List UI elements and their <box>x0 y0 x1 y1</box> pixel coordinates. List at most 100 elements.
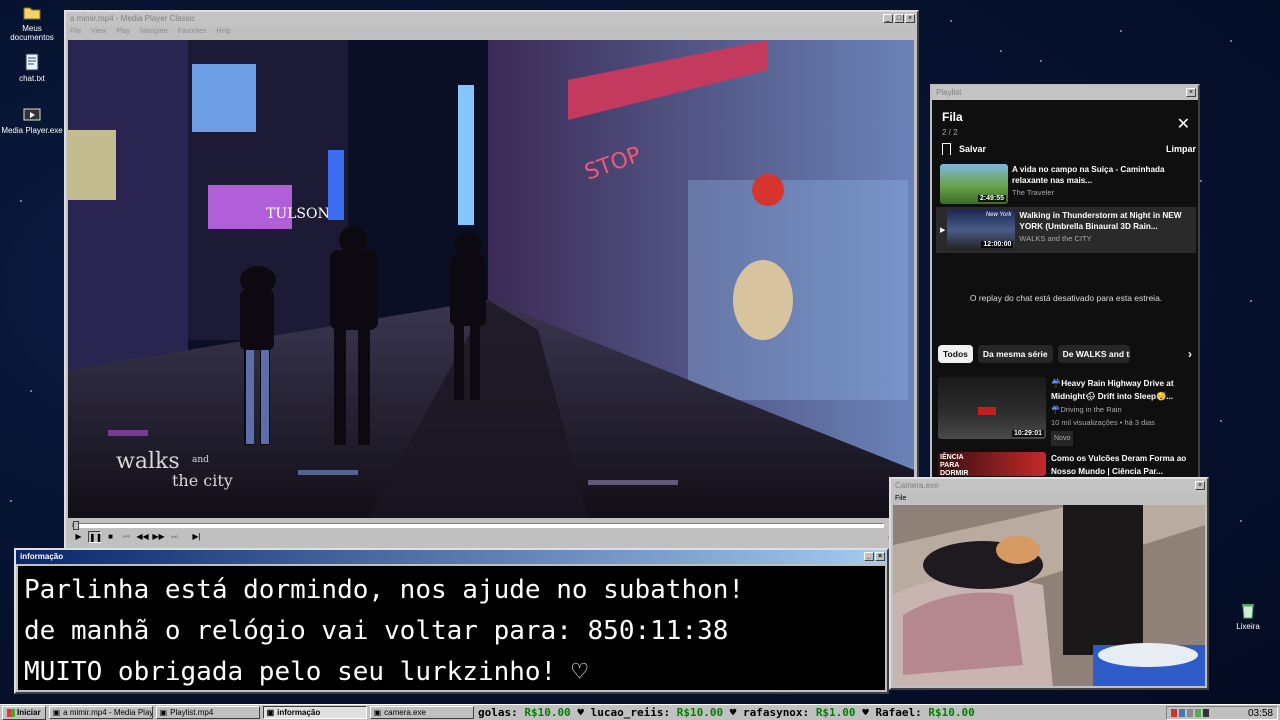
info-window[interactable]: informação _ × Parlinha está dormindo, n… <box>14 548 889 694</box>
info-line-3: MUITO obrigada pelo seu lurkzinho! ♡ <box>24 657 588 687</box>
recommendation-item[interactable]: IÊNCIA PARA DORMIR Como os Vulcões Deram… <box>936 452 1196 476</box>
desktop-icon-lixeira[interactable]: Lixeira <box>1216 600 1280 631</box>
clock: 03:58 <box>1247 707 1273 719</box>
desktop-icon-media-player[interactable]: Media Player.exe <box>0 104 64 135</box>
info-titlebar[interactable]: informação _ × <box>16 550 887 564</box>
camera-titlebar[interactable]: Camera.exe × <box>891 479 1207 493</box>
duration-badge: 12:00:00 <box>981 241 1014 248</box>
start-label: Iniciar <box>17 708 41 717</box>
forward-icon[interactable]: ▶▶ <box>152 531 165 543</box>
rewind-icon[interactable]: ◀◀ <box>136 531 149 543</box>
tray-volume-icon[interactable] <box>1203 709 1209 717</box>
menu-favorites[interactable]: Favorites <box>178 26 207 38</box>
thumb-text: IÊNCIA PARA DORMIR <box>940 454 969 476</box>
play-icon[interactable]: ▶ <box>72 531 85 543</box>
minimize-button[interactable]: _ <box>883 14 893 23</box>
video-thumbnail: 10:29:01 <box>938 377 1046 439</box>
bookmark-icon <box>942 143 951 155</box>
truck-lights <box>978 407 996 415</box>
windows-logo-icon <box>7 708 15 717</box>
close-button[interactable]: × <box>1195 481 1205 490</box>
window-icon: ▣ <box>266 708 275 717</box>
tray-app-icon[interactable] <box>1171 709 1177 717</box>
sleeping-pet-scene <box>893 505 1205 686</box>
chevron-right-icon[interactable]: › <box>1188 347 1192 361</box>
queue-item-current[interactable]: ▶ New York 12:00:00 Walking in Thunderst… <box>936 207 1196 253</box>
desktop-icon-meus-documentos[interactable]: Meus documentos <box>0 2 64 42</box>
recommendation-item[interactable]: 10:29:01 ☔Heavy Rain Highway Drive at Mi… <box>936 377 1196 446</box>
sign-tulson: TULSON <box>266 206 330 222</box>
menu-view[interactable]: View <box>91 26 106 38</box>
task-playlist[interactable]: ▣ Playlist.mp4 <box>155 706 260 719</box>
window-icon: ▣ <box>373 708 382 717</box>
tray-app-icon[interactable] <box>1195 709 1201 717</box>
chip-channel[interactable]: De WALKS and the CI <box>1057 345 1130 363</box>
next-icon[interactable]: ⏭ <box>168 531 181 543</box>
video-thumbnail: 2:49:55 <box>940 164 1008 204</box>
watermark-walks: walks <box>116 449 180 474</box>
youtube-queue-panel: Fila 2 / 2 ✕ Salvar Limpar 2:49:55 A vid… <box>936 104 1196 476</box>
close-button[interactable]: × <box>875 552 885 561</box>
maximize-button[interactable]: □ <box>894 14 904 23</box>
camera-window[interactable]: Camera.exe × File <box>889 477 1209 690</box>
rec-title: Como os Vulcões Deram Forma ao Nosso Mun… <box>1051 454 1187 476</box>
menu-play[interactable]: Play <box>116 26 130 38</box>
queue-item[interactable]: 2:49:55 A vida no campo na Suíça - Camin… <box>936 161 1196 207</box>
ticker-name: rafasynox: <box>742 706 810 719</box>
pause-icon[interactable]: ❚❚ <box>88 531 102 543</box>
chat-replay-message: O replay do chat está desativado para es… <box>969 293 1163 303</box>
info-line-2: de manhã o relógio vai voltar para: 850:… <box>24 616 729 646</box>
desktop-icon-chat[interactable]: chat.txt <box>0 52 64 83</box>
ticker-name: golas: <box>478 706 518 719</box>
queue-item-channel: WALKS and the CITY <box>1019 234 1092 243</box>
media-player-window[interactable]: a mimir.mp4 - Media Player Classic _ □ ×… <box>64 10 919 550</box>
info-title: informação <box>20 552 64 561</box>
info-text-area: Parlinha está dormindo, nos ajude no sub… <box>18 566 885 690</box>
queue-item-channel: The Traveler <box>1012 188 1055 197</box>
tray-network-icon[interactable] <box>1179 709 1185 717</box>
video-thumbnail: New York 12:00:00 <box>947 210 1016 250</box>
mpc-titlebar[interactable]: a mimir.mp4 - Media Player Classic _ □ × <box>66 12 917 26</box>
task-camera[interactable]: ▣ camera.exe <box>369 706 474 719</box>
close-icon[interactable]: ✕ <box>1177 114 1190 134</box>
start-button[interactable]: Iniciar <box>2 705 46 720</box>
watermark-and: and <box>192 455 209 465</box>
save-label: Salvar <box>959 144 987 154</box>
playlist-title: Playlist <box>936 88 962 97</box>
frame-step-icon[interactable]: ▶| <box>190 531 203 543</box>
prev-icon[interactable]: ⏮ <box>120 531 133 543</box>
task-media-player[interactable]: ▣ a mimir.mp4 - Media Playe... <box>48 706 153 719</box>
save-button[interactable]: Salvar <box>942 143 986 155</box>
seek-thumb[interactable] <box>73 521 79 530</box>
window-icon: ▣ <box>159 708 168 717</box>
close-button[interactable]: × <box>1186 88 1196 97</box>
ticker-name: Rafael: <box>875 706 922 719</box>
chip-todos[interactable]: Todos <box>938 345 973 363</box>
playlist-window[interactable]: Playlist × Fila 2 / 2 ✕ Salvar Limpar 2:… <box>930 84 1200 484</box>
clear-button[interactable]: Limpar <box>1166 144 1196 154</box>
close-button[interactable]: × <box>905 14 915 23</box>
chip-same-series[interactable]: Da mesma série <box>977 345 1053 363</box>
video-frame[interactable]: TULSON STOP walks and the city <box>68 40 914 518</box>
playlist-titlebar[interactable]: Playlist × <box>932 86 1198 100</box>
menu-help[interactable]: Help <box>216 26 230 38</box>
video-thumbnail: IÊNCIA PARA DORMIR <box>938 452 1046 476</box>
menu-file[interactable]: File <box>895 493 906 505</box>
menu-navigate[interactable]: Navigate <box>140 26 168 38</box>
info-line-1: Parlinha está dormindo, nos ajude no sub… <box>24 575 745 605</box>
taskbar: Iniciar ▣ a mimir.mp4 - Media Playe... ▣… <box>0 704 1280 720</box>
task-informacao[interactable]: ▣ informação <box>262 706 367 719</box>
stop-icon[interactable]: ■ <box>104 531 117 543</box>
duration-badge: 2:49:55 <box>977 195 1006 202</box>
camera-feed <box>893 505 1205 686</box>
media-player-icon: ▣ <box>52 708 61 717</box>
minimize-button[interactable]: _ <box>864 552 874 561</box>
thumb-text: New York <box>985 212 1012 218</box>
tray-app-icon[interactable] <box>1187 709 1193 717</box>
menu-file[interactable]: File <box>70 26 81 38</box>
ticker-amount: R$10.00 <box>676 706 724 719</box>
new-badge: Novo <box>1051 431 1074 446</box>
seek-bar[interactable] <box>72 521 884 530</box>
rec-title: ☔Heavy Rain Highway Drive at Midnight🌧 D… <box>1051 379 1174 401</box>
donation-ticker: golas: R$10.00 ♥ lucao_reiis: R$10.00 ♥ … <box>478 706 975 719</box>
